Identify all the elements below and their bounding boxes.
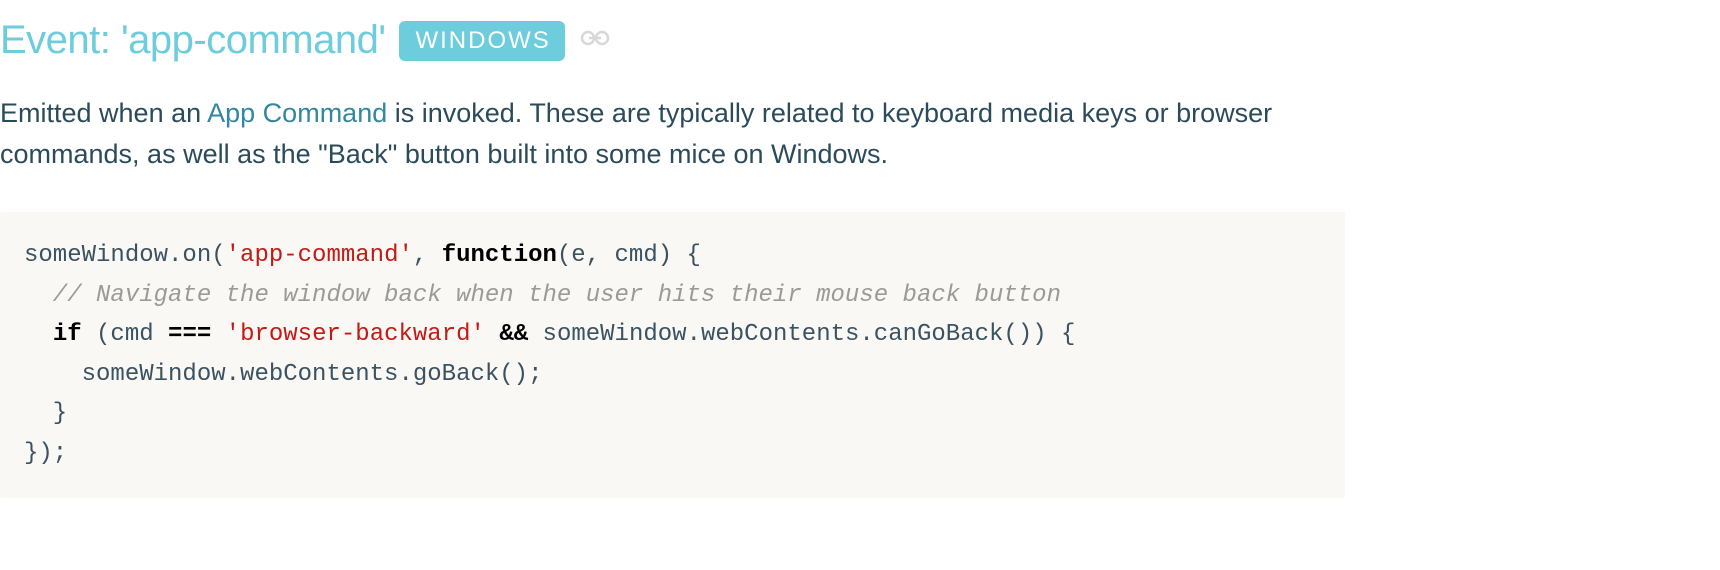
app-command-link[interactable]: App Command	[207, 98, 387, 128]
link-icon	[579, 27, 611, 54]
code-example: someWindow.on('app-command', function(e,…	[0, 212, 1345, 498]
permalink-link[interactable]	[579, 27, 611, 54]
section-heading: Event: 'app-command' WINDOWS	[0, 0, 1720, 63]
heading-title: Event: 'app-command'	[0, 18, 385, 63]
event-description: Emitted when an App Command is invoked. …	[0, 93, 1340, 174]
desc-pre: Emitted when an	[0, 98, 207, 128]
platform-badge-windows: WINDOWS	[399, 21, 564, 61]
